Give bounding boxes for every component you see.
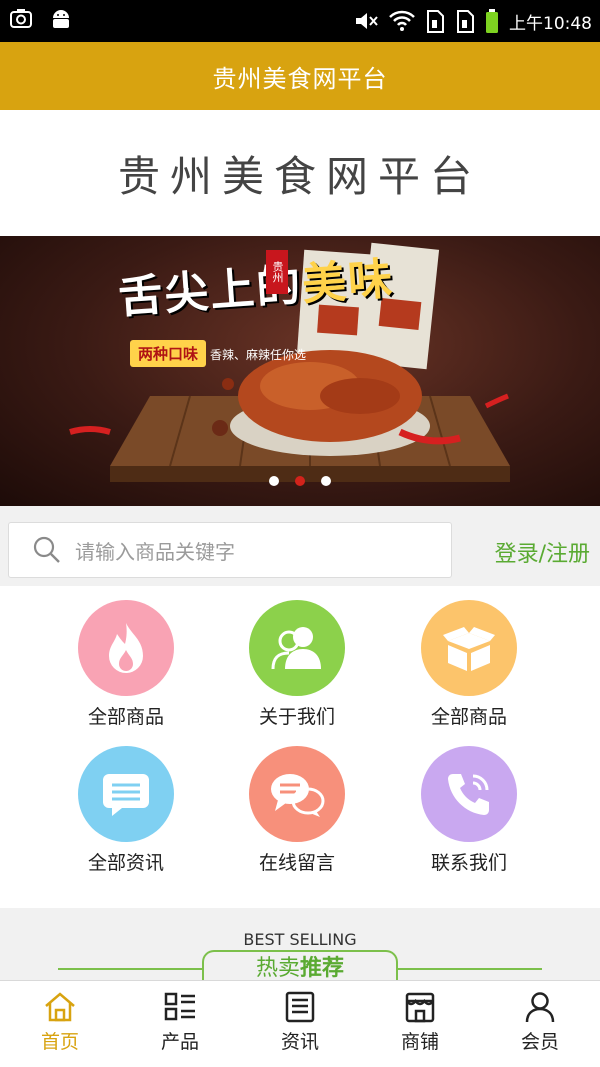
grid-item-contact-us[interactable]: 联系我们 [383,746,555,875]
grid-item-label: 全部商品 [87,706,164,728]
users-icon [271,627,321,670]
grid-item-circle [78,746,174,842]
nav-member[interactable]: 会员 [480,981,600,1067]
carousel-dot-3[interactable] [321,476,331,486]
phone-icon [448,774,489,815]
best-selling-heading: 热卖推荐 [202,950,398,984]
grid-item-all-products[interactable]: 全部商品 [40,600,212,729]
search-icon [33,536,60,563]
nav-shop[interactable]: 商铺 [360,981,480,1067]
search-placeholder: 请输入商品关键字 [75,539,235,564]
status-bar: 上午10:48 [0,0,600,42]
best-selling-heading-a: 热卖 [255,956,300,981]
grid-item-circle [421,746,517,842]
nav-home[interactable]: 首页 [0,981,120,1067]
page-title: 贵州美食网平台 [212,64,388,93]
category-grid: 全部商品 关于我们 全部商品 全部资讯 在线留言 联系我们 [0,586,600,908]
grid-item-label: 在线留言 [258,852,335,874]
best-selling-line-left [58,968,202,970]
carousel-dot-1[interactable] [269,476,279,486]
banner-subtitle-extra: 香辣、麻辣任你选 [210,348,307,362]
grid-item-all-products-2[interactable]: 全部商品 [383,600,555,729]
nav-label: 产品 [160,1031,199,1053]
promo-banner[interactable]: 舌尖上的美味 贵州 两种口味 香辣、麻辣任你选 [0,236,600,506]
banner-tag: 贵州 [266,250,288,294]
sim2-icon [457,10,474,33]
flame-icon [109,623,143,673]
wifi-icon [389,10,415,31]
nav-products[interactable]: 产品 [120,981,240,1067]
message-icon [103,774,149,816]
best-selling-en: BEST SELLING [243,930,357,949]
logo-band: 贵州美食网平台 [0,110,600,236]
nav-news[interactable]: 资讯 [240,981,360,1067]
carousel-dots [0,476,600,486]
best-selling-section: BEST SELLING 热卖推荐 [0,908,600,984]
mute-icon [356,13,378,29]
chat-icon [271,774,325,817]
search-input[interactable]: 请输入商品关键字 [8,522,452,578]
best-selling-line-right [398,968,542,970]
grid-item-circle [78,600,174,696]
search-row: 请输入商品关键字 登录/注册 [0,506,600,586]
battery-icon [486,9,498,33]
grid-item-label: 全部资讯 [87,852,164,874]
grid-item-label: 联系我们 [430,852,507,874]
grid-item-label: 全部商品 [430,706,507,728]
android-icon [53,10,69,28]
screenshot-icon [10,9,32,28]
grid-item-online-message[interactable]: 在线留言 [211,746,383,875]
site-logo[interactable]: 贵州美食网平台 [118,143,482,204]
shop-icon [405,992,435,1023]
sim1-icon [427,10,444,33]
carousel-dot-2[interactable] [295,476,305,486]
grid-item-about-us[interactable]: 关于我们 [211,600,383,729]
grid-list-icon [164,992,195,1021]
login-register-link[interactable]: 登录/注册 [495,536,590,568]
grid-item-circle [421,600,517,696]
box-icon [443,627,495,671]
app-header: 贵州美食网平台 [0,42,600,110]
bottom-nav: 首页 产品 资讯 商铺 会员 [0,980,600,1067]
grid-item-all-news[interactable]: 全部资讯 [40,746,212,875]
home-icon [45,992,75,1022]
status-time: 上午10:48 [509,13,592,34]
banner-heading-accent: 美味 [300,253,396,311]
grid-item-label: 关于我们 [258,706,335,728]
nav-label: 资讯 [280,1031,319,1053]
nav-label: 首页 [40,1031,79,1053]
nav-label: 商铺 [400,1031,439,1053]
best-selling-heading-b: 推荐 [300,956,345,981]
banner-subtitle: 两种口味 [130,340,207,367]
news-icon [285,991,315,1023]
grid-item-circle [249,600,345,696]
user-icon [525,992,555,1023]
grid-item-circle [249,746,345,842]
nav-label: 会员 [520,1031,559,1053]
